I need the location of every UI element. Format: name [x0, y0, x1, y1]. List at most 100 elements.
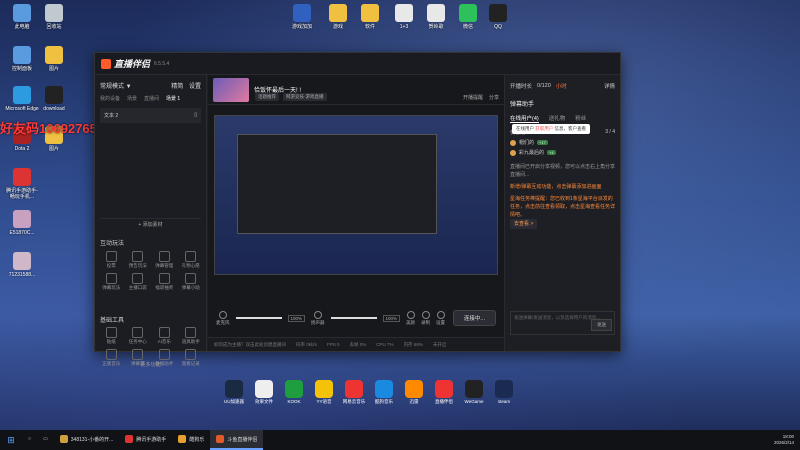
dock-app[interactable]: KOOK [282, 380, 306, 405]
settings-link[interactable]: 设置 [189, 84, 201, 90]
windows-start-icon[interactable]: ⊞ [0, 435, 22, 446]
feature-item[interactable]: 礼物心愿 [179, 251, 204, 269]
feature-item[interactable]: 道具助手 [179, 327, 204, 345]
feature-item[interactable]: 投票 [99, 251, 124, 269]
desktop-icon[interactable]: 腾讯手游助手-畅玩手机... [4, 168, 40, 200]
details-link[interactable]: 详情 [604, 82, 615, 90]
mic-label: 麦克风 [216, 319, 230, 325]
feature-label: 弹幕小助 [181, 285, 200, 290]
desktop-icon-image [13, 168, 31, 186]
desktop-icon[interactable]: 控制面板 [4, 46, 40, 72]
desktop-icon-label: E51870C... [9, 230, 35, 236]
view-task-button[interactable]: 去查看 > [510, 219, 538, 229]
speaker-volume-slider[interactable] [330, 317, 377, 319]
search-button[interactable]: ○ [22, 430, 37, 450]
danmaku-tab[interactable]: 在线用户(4) [510, 114, 539, 123]
dock-app[interactable]: 网易云音乐 [342, 380, 366, 405]
room-cover-thumbnail[interactable] [213, 77, 249, 102]
send-button[interactable]: 发送 [591, 319, 612, 331]
dock-app[interactable]: 直播伴侣 [432, 380, 456, 405]
audience-row[interactable]: 彩九最后的 +4 [510, 149, 615, 156]
start-live-button[interactable]: 连接中... [452, 310, 496, 326]
mic-control[interactable]: 麦克风 [216, 310, 230, 326]
feature-label: 弹幕管理 [155, 263, 174, 268]
beauty-button[interactable]: 美颜 [406, 310, 415, 326]
desktop-icon[interactable]: 贺岭歌 [418, 4, 454, 30]
feature-item[interactable]: 弹幕管理 [152, 251, 177, 269]
compact-button[interactable]: 精简 [171, 84, 183, 90]
dock-app-label: 效果文件 [255, 399, 273, 404]
taskbar-app[interactable]: 腾讯手游助手 [119, 430, 172, 450]
dock-app[interactable]: YY语音 [312, 380, 336, 405]
status-item: CPU 7% [376, 342, 394, 347]
desktop-icon[interactable]: QQ [480, 4, 516, 30]
desktop-icon[interactable]: 游戏加加 [284, 4, 320, 30]
feature-item[interactable]: 预告玩法 [126, 251, 151, 269]
scene-source-label: 文本 2 [104, 113, 119, 119]
add-source-button[interactable]: + 添加素材 [100, 218, 201, 228]
danmaku-tab[interactable]: 粉丝 [575, 114, 586, 123]
left-tab[interactable]: 直播间 [144, 95, 159, 102]
taskbar-app-label: 斗鱼直播伴侣 [227, 436, 258, 443]
feature-item[interactable]: AI音乐 [152, 327, 177, 345]
left-tab[interactable]: 场景 1 [166, 95, 180, 102]
feature-label: 弹幕玩法 [102, 285, 121, 290]
feature-item[interactable]: 弹幕小助 [179, 273, 204, 291]
speaker-control[interactable]: 扬声器 [311, 310, 325, 326]
desktop-icon[interactable]: 软件 [352, 4, 388, 30]
dock-app[interactable]: 迅雷 [402, 380, 426, 405]
category-chip[interactable]: 网游竞技·游戏直播 [283, 93, 327, 101]
desktop-icon[interactable]: download [36, 86, 72, 112]
dock-app-label: YY语音 [316, 399, 332, 404]
desktop-icon[interactable]: E51870C... [4, 210, 40, 236]
preview-stage[interactable] [214, 115, 498, 275]
mode-select[interactable]: 常规模式 ▼ [100, 81, 132, 90]
dock-app[interactable]: UU加速器 [222, 380, 246, 405]
notice-new-feature[interactable]: 新增/弹幕互动功能，点击弹幕添加进画面 [510, 183, 615, 191]
dock-app[interactable]: 酷狗音乐 [372, 380, 396, 405]
desktop-icon[interactable]: 回收站 [36, 4, 72, 30]
notice-share: 直播间已开启分享视频，您可以点击右上角分享直播间... [510, 164, 616, 178]
scene-source-item[interactable]: 文本 2 ▯ [100, 108, 201, 123]
dock-app-icon [435, 380, 453, 398]
status-item: FPS 0 [327, 342, 340, 347]
dock-app[interactable]: WeGame [462, 380, 486, 405]
system-tray[interactable]: 18:00 2026/2/14 [774, 434, 800, 446]
feature-item[interactable]: 福袋抽奖 [152, 273, 177, 291]
clock-date: 2026/2/14 [773, 440, 794, 445]
desktop-icon[interactable]: 此电脑 [4, 4, 40, 30]
taskbar-app[interactable]: 斗鱼直播伴侣 [210, 430, 264, 450]
feature-icon [105, 273, 117, 284]
desktop-icon-image [13, 252, 31, 270]
feature-item[interactable]: 弹幕玩法 [99, 273, 124, 291]
taskbar-app[interactable]: 348131-小番的开... [54, 430, 120, 450]
desktop-icon[interactable]: 图片 [36, 46, 72, 72]
dock-app[interactable]: 效果文件 [252, 380, 276, 405]
left-tab[interactable]: 我的设备 [100, 95, 120, 102]
more-features-link[interactable]: 更多功能 [95, 361, 206, 368]
mic-volume-slider[interactable] [235, 317, 282, 319]
settings-button[interactable]: 设置 [436, 310, 445, 326]
left-tab[interactable]: 场景 [127, 95, 137, 102]
dock-app[interactable]: steam [492, 380, 516, 405]
feature-item[interactable]: 任务中心 [126, 327, 151, 345]
taskbar-app[interactable]: 酷狗乐 [172, 430, 210, 450]
feature-item[interactable]: 主播口袋 [126, 273, 151, 291]
desktop-icon[interactable]: 1+3 [386, 4, 422, 30]
desktop-icon[interactable]: Microsoft Edge [4, 86, 40, 112]
share-link[interactable]: 分享 [489, 94, 499, 101]
task-view-button[interactable]: ▭ [37, 430, 54, 450]
record-icon [421, 310, 430, 319]
record-button[interactable]: 录制 [421, 310, 430, 326]
desktop-icon-image [45, 4, 63, 22]
feature-icon [132, 251, 144, 262]
reminder-link[interactable]: 开播提醒 [463, 94, 483, 101]
live-duration-label: 开播时长 [510, 84, 533, 90]
delete-icon[interactable]: ▯ [194, 112, 197, 119]
topic-chip[interactable]: 话题推荐 [255, 93, 279, 101]
desktop-icon[interactable]: 游戏 [320, 4, 356, 30]
desktop-icon[interactable]: 71231588... [4, 252, 40, 278]
danmaku-tab[interactable]: 送礼物 [549, 114, 566, 123]
feature-item[interactable]: 贴纸 [99, 327, 124, 345]
audience-row[interactable]: 帽们的 +17 [510, 139, 615, 146]
